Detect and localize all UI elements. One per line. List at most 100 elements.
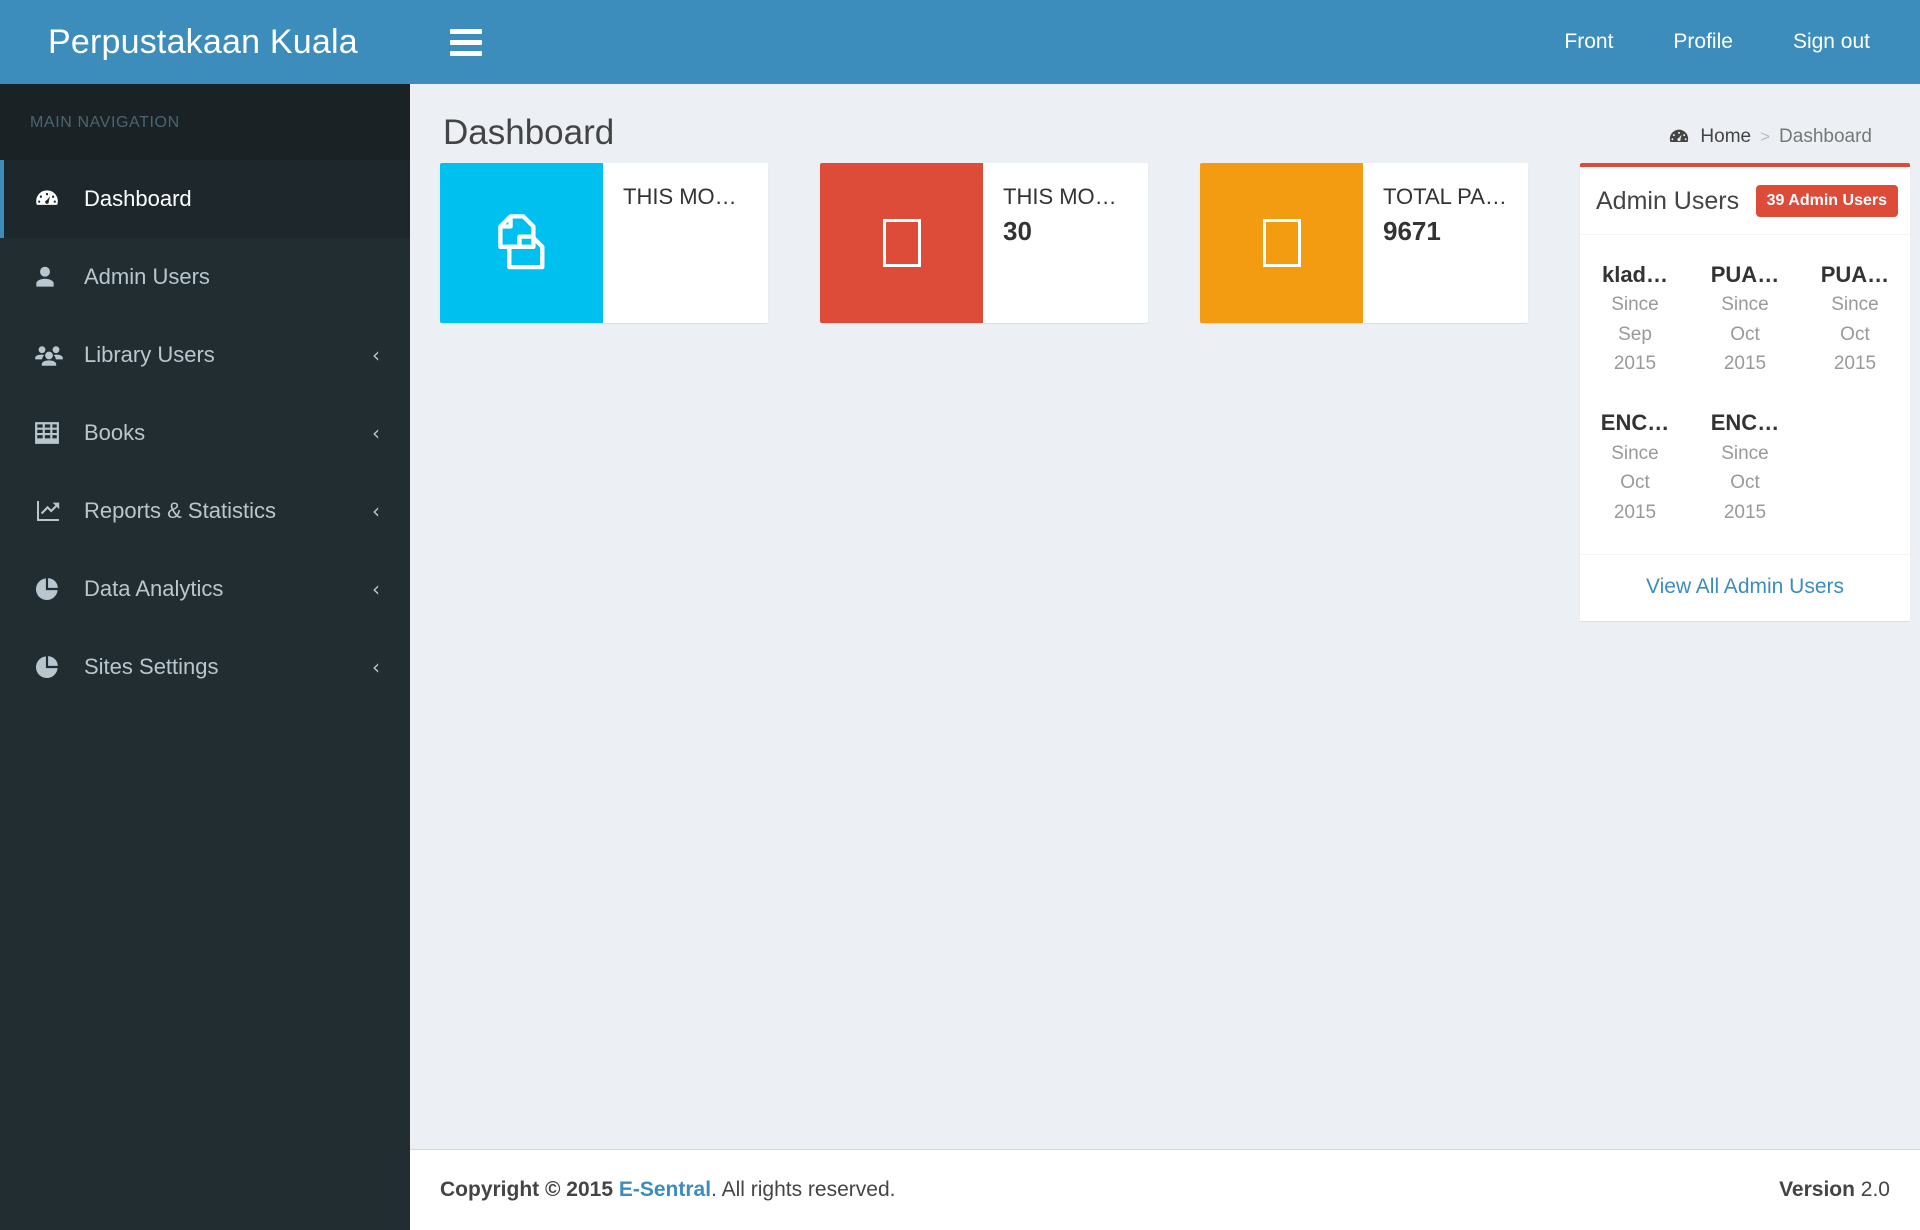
line-chart-icon	[34, 499, 70, 523]
sidebar-item-label: Library Users	[84, 342, 215, 367]
breadcrumb-separator: >	[1760, 127, 1771, 146]
sidebar-item-label: Reports & Statistics	[84, 498, 276, 523]
copy-files-icon	[440, 162, 603, 323]
dashboard-icon	[34, 186, 70, 212]
sidebar-item-admin-users[interactable]: Admin Users	[0, 238, 410, 316]
missing-glyph-icon	[820, 162, 983, 323]
breadcrumb-home[interactable]: Home	[1668, 126, 1751, 148]
top-navbar: Front Profile Sign out	[410, 0, 1920, 84]
admin-users-panel-title: Admin Users	[1596, 186, 1740, 215]
chevron-left-icon[interactable]: ‹	[372, 579, 380, 599]
breadcrumb-home-label: Home	[1700, 126, 1752, 147]
stat-box-col: THIS MON…	[440, 162, 820, 323]
admin-user-since-label: Since	[1611, 294, 1659, 315]
admin-users-panel-header: Admin Users 39 Admin Users	[1580, 167, 1910, 234]
stat-box-col: THIS MON… 30	[820, 162, 1200, 323]
table-icon	[34, 421, 70, 445]
breadcrumb: Home > Dashboard	[1668, 114, 1872, 148]
stat-box-title: THIS MON…	[623, 183, 752, 209]
chevron-left-icon[interactable]: ‹	[372, 657, 380, 677]
sidebar-item-data-analytics[interactable]: Data Analytics ‹	[0, 550, 410, 628]
user-icon	[34, 264, 70, 290]
users-icon	[34, 343, 70, 367]
chevron-left-icon[interactable]: ‹	[372, 501, 380, 521]
chevron-left-icon[interactable]: ‹	[372, 345, 380, 365]
footer-copyright-strong: Copyright © 2015	[440, 1178, 614, 1201]
admin-users-col: Admin Users 39 Admin Users klad… Since S…	[1580, 162, 1910, 621]
main-footer: Copyright © 2015 E-Sentral. All rights r…	[410, 1149, 1920, 1230]
admin-user-item[interactable]: ENC… Since Oct 2015	[1580, 395, 1690, 544]
chevron-left-icon[interactable]: ‹	[372, 423, 380, 443]
stat-box-total-pages-yellow[interactable]: TOTAL PA… 9671	[1200, 162, 1528, 323]
footer-version: Version 2.0	[1779, 1178, 1890, 1202]
admin-user-since-month: Oct	[1730, 472, 1760, 494]
sidebar-item-label: Sites Settings	[84, 654, 219, 679]
sidebar-item-label: Admin Users	[84, 264, 210, 289]
page-title: Dashboard	[443, 113, 615, 152]
sidebar-item-label: Dashboard	[84, 186, 192, 211]
stat-box-this-month-red[interactable]: THIS MON… 30	[820, 162, 1148, 323]
admin-user-since-label: Since	[1611, 442, 1659, 464]
admin-user-name: PUA…	[1820, 261, 1890, 287]
admin-user-since-month: Oct	[1840, 323, 1870, 345]
brand-name: Perpustakaan Kuala	[48, 22, 358, 61]
dashboard-row: THIS MON… THIS MON… 30 TOTAL PA… 9671 Ad…	[440, 162, 1910, 621]
admin-users-count-badge: 39 Admin Users	[1755, 184, 1898, 217]
stat-box-value	[623, 216, 752, 220]
stat-box-value: 30	[1003, 216, 1032, 246]
pie-chart-icon	[34, 576, 70, 602]
content-header: Dashboard Home > Dashboard	[410, 84, 1920, 163]
footer-brand-link[interactable]: E-Sentral	[619, 1178, 711, 1201]
footer-version-label: Version	[1779, 1178, 1855, 1201]
admin-user-since-year: 2015	[1723, 353, 1767, 375]
stat-box-body: THIS MON… 30	[983, 163, 1148, 323]
admin-user-item[interactable]: klad… Since Sep 2015	[1580, 247, 1690, 396]
hamburger-icon[interactable]	[444, 20, 488, 64]
admin-user-name: PUA…	[1710, 261, 1780, 287]
content-body: THIS MON… THIS MON… 30 TOTAL PA… 9671 Ad…	[410, 162, 1920, 885]
navbar-link-sign-out[interactable]: Sign out	[1763, 0, 1900, 84]
stat-box-body: THIS MON…	[603, 163, 768, 323]
admin-user-item[interactable]: PUA… Since Oct 2015	[1800, 247, 1910, 396]
admin-user-since-year: 2015	[1833, 353, 1877, 375]
dashboard-icon	[1668, 126, 1690, 148]
admin-user-since-month: Oct	[1730, 323, 1760, 345]
navbar-links: Front Profile Sign out	[1534, 0, 1900, 84]
sidebar-item-label: Books	[84, 420, 146, 445]
stat-box-title: THIS MON…	[1003, 183, 1132, 209]
navbar-link-profile[interactable]: Profile	[1643, 0, 1763, 84]
missing-glyph-icon	[1200, 162, 1363, 323]
breadcrumb-current: Dashboard	[1779, 126, 1872, 147]
sidebar-item-books[interactable]: Books ‹	[0, 394, 410, 472]
navbar-link-front[interactable]: Front	[1534, 0, 1643, 84]
footer-copyright-rest: . All rights reserved.	[711, 1178, 896, 1201]
sidebar-item-dashboard[interactable]: Dashboard	[0, 160, 410, 238]
sidebar-item-reports-statistics[interactable]: Reports & Statistics ‹	[0, 472, 410, 550]
sidebar-item-label: Data Analytics	[84, 576, 224, 601]
admin-user-name: klad…	[1601, 261, 1668, 287]
sidebar-nav-list: Dashboard Admin Users Library Users ‹ Bo…	[0, 160, 410, 706]
admin-user-name: ENC…	[1710, 410, 1780, 436]
sidebar-section-header: MAIN NAVIGATION	[0, 84, 410, 160]
stat-box-this-month-aqua[interactable]: THIS MON…	[440, 162, 768, 323]
admin-user-item[interactable]: PUA… Since Oct 2015	[1690, 247, 1800, 396]
view-all-admin-users-link[interactable]: View All Admin Users	[1646, 575, 1844, 598]
admin-user-since-label: Since	[1721, 294, 1769, 315]
footer-copyright: Copyright © 2015 E-Sentral. All rights r…	[440, 1178, 895, 1202]
admin-user-since-month: Oct	[1620, 472, 1650, 494]
pie-chart-icon	[34, 654, 70, 680]
sidebar-item-sites-settings[interactable]: Sites Settings ‹	[0, 628, 410, 706]
admin-user-since-month: Sep	[1618, 323, 1652, 345]
content-wrapper: Front Profile Sign out Dashboard Home > …	[410, 0, 1920, 1230]
stat-box-body: TOTAL PA… 9671	[1363, 163, 1528, 323]
brand-logo[interactable]: Perpustakaan Kuala	[0, 0, 410, 84]
app-root: Perpustakaan Kuala MAIN NAVIGATION Dashb…	[0, 0, 1920, 1230]
sidebar-item-library-users[interactable]: Library Users ‹	[0, 316, 410, 394]
sidebar: Perpustakaan Kuala MAIN NAVIGATION Dashb…	[0, 0, 410, 1230]
footer-version-number: 2.0	[1860, 1178, 1890, 1201]
admin-user-item[interactable]: ENC… Since Oct 2015	[1690, 395, 1800, 544]
admin-user-name: ENC…	[1600, 410, 1670, 436]
stat-box-col: TOTAL PA… 9671	[1200, 162, 1580, 323]
admin-user-since-year: 2015	[1723, 501, 1767, 523]
